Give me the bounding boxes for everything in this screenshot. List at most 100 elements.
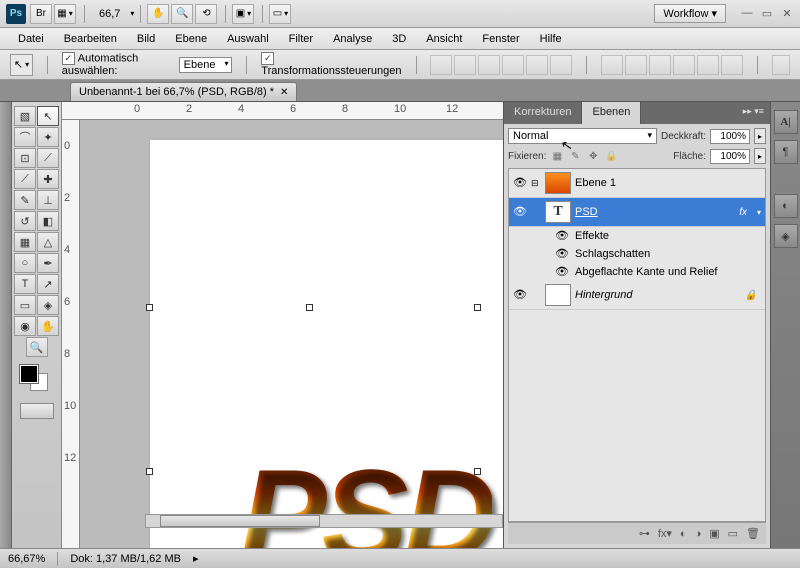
fx-badge[interactable]: fx xyxy=(739,207,747,218)
auto-select-checkbox[interactable]: ✓Automatisch auswählen: xyxy=(62,52,171,77)
distribute-icon[interactable] xyxy=(721,55,743,75)
marquee-tool[interactable]: ▧ xyxy=(14,106,36,126)
auto-select-target[interactable]: Ebene xyxy=(179,57,233,73)
lock-transparency-icon[interactable]: ▦ xyxy=(550,149,564,163)
layer-name[interactable]: PSD xyxy=(575,206,598,218)
align-icon[interactable] xyxy=(526,55,548,75)
minimize-button[interactable]: — xyxy=(740,7,754,21)
heal-tool[interactable]: ✚ xyxy=(37,169,59,189)
menu-bearbeiten[interactable]: Bearbeiten xyxy=(54,31,127,47)
auto-align-icon[interactable] xyxy=(772,55,790,75)
quickmask-button[interactable] xyxy=(20,403,54,419)
tab-ebenen[interactable]: Ebenen xyxy=(582,102,641,124)
close-button[interactable]: ✕ xyxy=(780,7,794,21)
visibility-icon[interactable]: 👁 xyxy=(555,247,569,261)
visibility-icon[interactable]: 👁 xyxy=(555,265,569,279)
fill-input[interactable]: 100% xyxy=(710,149,750,164)
layer-row[interactable]: 👁 T PSD fx ▾ xyxy=(509,198,765,227)
pen-tool[interactable]: ✒ xyxy=(37,253,59,273)
distribute-icon[interactable] xyxy=(649,55,671,75)
blur-tool[interactable]: △ xyxy=(37,232,59,252)
transform-controls-checkbox[interactable]: ✓Transformationssteuerungen xyxy=(261,52,401,77)
type-tool[interactable]: T xyxy=(14,274,36,294)
path-select-tool[interactable]: ↗ xyxy=(37,274,59,294)
transform-handle[interactable] xyxy=(474,304,481,311)
layer-name[interactable]: Hintergrund xyxy=(575,289,632,301)
menu-fenster[interactable]: Fenster xyxy=(472,31,529,47)
brush-tool[interactable]: ✎ xyxy=(14,190,36,210)
status-zoom[interactable]: 66,67% xyxy=(8,553,45,565)
menu-3d[interactable]: 3D xyxy=(382,31,416,47)
visibility-icon[interactable]: 👁 xyxy=(513,176,527,190)
layer-name[interactable]: Ebene 1 xyxy=(575,177,616,189)
status-docsize[interactable]: Dok: 1,37 MB/1,62 MB xyxy=(70,553,181,565)
zoom-tool-button[interactable]: 🔍 xyxy=(171,4,193,24)
rotate-view-button[interactable]: ⟲ xyxy=(195,4,217,24)
layers-panel-icon[interactable]: ◈ xyxy=(774,224,798,248)
document-tab[interactable]: Unbenannt-1 bei 66,7% (PSD, RGB/8) * ✕ xyxy=(70,82,297,101)
wand-tool[interactable]: ✦ xyxy=(37,127,59,147)
horizontal-scrollbar[interactable] xyxy=(145,514,503,528)
effects-header[interactable]: 👁Effekte xyxy=(509,227,765,245)
menu-hilfe[interactable]: Hilfe xyxy=(530,31,572,47)
maximize-button[interactable]: ▭ xyxy=(760,7,774,21)
layer-thumbnail[interactable]: T xyxy=(545,201,571,223)
3d-tool[interactable]: ◈ xyxy=(37,295,59,315)
paragraph-panel-icon[interactable]: ¶ xyxy=(774,140,798,164)
fx-icon[interactable]: fx▾ xyxy=(658,527,672,540)
screen-mode-button[interactable]: ▭▾ xyxy=(269,4,291,24)
layer-row[interactable]: 👁 Hintergrund 🔒 xyxy=(509,281,765,310)
hand-tool[interactable]: ✋ xyxy=(37,316,59,336)
blend-mode-select[interactable]: Normal xyxy=(508,128,657,144)
dodge-tool[interactable]: ○ xyxy=(14,253,36,273)
menu-datei[interactable]: Datei xyxy=(8,31,54,47)
transform-handle[interactable] xyxy=(146,468,153,475)
adjustments-panel-icon[interactable]: ◐ xyxy=(774,194,798,218)
eyedropper-tool[interactable]: ⟋ xyxy=(14,169,36,189)
align-icon[interactable] xyxy=(478,55,500,75)
film-button[interactable]: ▦▾ xyxy=(54,4,76,24)
layer-thumbnail[interactable] xyxy=(545,172,571,194)
arrange-button[interactable]: ▣▾ xyxy=(232,4,254,24)
opacity-input[interactable]: 100% xyxy=(710,129,750,144)
link-icon[interactable]: ⊟ xyxy=(531,178,541,189)
menu-analyse[interactable]: Analyse xyxy=(323,31,382,47)
move-tool-icon[interactable]: ↖▾ xyxy=(10,54,33,76)
visibility-icon[interactable]: 👁 xyxy=(513,288,527,302)
link-layers-icon[interactable]: ⊶ xyxy=(639,527,650,540)
visibility-icon[interactable]: 👁 xyxy=(555,229,569,243)
panel-menu-icon[interactable]: ▸▸ ▾≡ xyxy=(737,102,770,124)
workflow-selector[interactable]: Workflow ▾ xyxy=(654,4,726,23)
align-icon[interactable] xyxy=(550,55,572,75)
menu-auswahl[interactable]: Auswahl xyxy=(217,31,279,47)
character-panel-icon[interactable]: A| xyxy=(774,110,798,134)
left-dock-strip[interactable] xyxy=(0,102,12,548)
lasso-tool[interactable]: ⌒ xyxy=(14,127,36,147)
menu-ansicht[interactable]: Ansicht xyxy=(416,31,472,47)
lock-pixels-icon[interactable]: ✎ xyxy=(568,149,582,163)
new-layer-icon[interactable]: ▭ xyxy=(728,527,738,540)
lock-position-icon[interactable]: ✥ xyxy=(586,149,600,163)
status-arrow[interactable]: ▸ xyxy=(193,552,199,565)
menu-bild[interactable]: Bild xyxy=(127,31,165,47)
gradient-tool[interactable]: ▦ xyxy=(14,232,36,252)
crop-tool[interactable]: ⊡ xyxy=(14,148,36,168)
layer-thumbnail[interactable] xyxy=(545,284,571,306)
transform-handle[interactable] xyxy=(474,468,481,475)
shape-tool[interactable]: ▭ xyxy=(14,295,36,315)
group-icon[interactable]: ▣ xyxy=(709,527,719,540)
effect-item[interactable]: 👁Schlagschatten xyxy=(509,245,765,263)
fill-arrow[interactable]: ▸ xyxy=(754,148,766,164)
opacity-arrow[interactable]: ▸ xyxy=(754,128,766,144)
visibility-icon[interactable]: 👁 xyxy=(513,205,527,219)
align-icon[interactable] xyxy=(502,55,524,75)
distribute-icon[interactable] xyxy=(625,55,647,75)
transform-handle[interactable] xyxy=(306,304,313,311)
canvas-area[interactable]: PSD xyxy=(80,120,503,548)
history-brush-tool[interactable]: ↺ xyxy=(14,211,36,231)
move-tool[interactable]: ↖ xyxy=(37,106,59,126)
transform-handle[interactable] xyxy=(146,304,153,311)
menu-filter[interactable]: Filter xyxy=(279,31,323,47)
eraser-tool[interactable]: ◧ xyxy=(37,211,59,231)
adjustment-icon[interactable]: ◑ xyxy=(695,528,702,540)
